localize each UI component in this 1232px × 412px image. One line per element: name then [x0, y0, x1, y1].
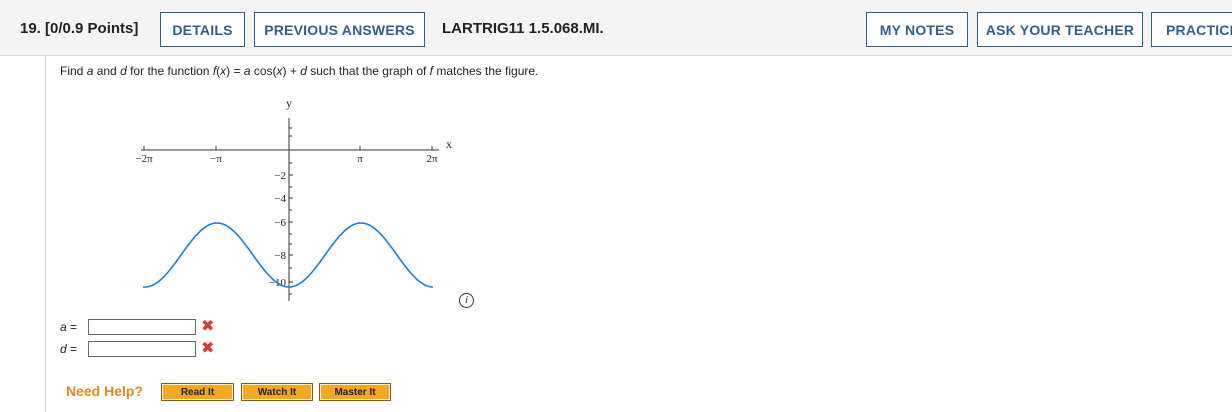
wrong-x-icon: ✖	[201, 318, 215, 335]
master-it-button[interactable]: Master It	[319, 383, 391, 401]
previous-answers-button[interactable]: PREVIOUS ANSWERS	[254, 12, 425, 47]
d-input[interactable]	[88, 341, 196, 357]
x-tick-label: −2π	[135, 153, 153, 165]
y-tick-label: −8	[274, 250, 286, 262]
x-ticks: −2π −π π 2π	[135, 146, 438, 165]
x-tick-label: π	[357, 153, 363, 165]
a-label: a =	[60, 320, 78, 334]
details-button[interactable]: DETAILS	[160, 12, 245, 47]
answer-row-a: a = ✖	[60, 318, 214, 336]
need-help-label: Need Help?	[66, 383, 144, 399]
read-it-button[interactable]: Read It	[161, 383, 234, 401]
watch-it-button[interactable]: Watch It	[241, 383, 313, 401]
cosine-curve	[142, 222, 434, 288]
ask-your-teacher-button[interactable]: ASK YOUR TEACHER	[977, 12, 1143, 47]
practice-button[interactable]: PRACTICE	[1151, 12, 1232, 47]
function-graph: y x −2π −π π 2π −2 −4 −6 −8 −10	[135, 96, 452, 301]
y-tick-label: −2	[274, 170, 286, 182]
question-number: 19.	[20, 20, 41, 37]
x-axis-label: x	[446, 137, 452, 151]
wrong-x-icon: ✖	[201, 340, 215, 357]
d-label: d =	[60, 342, 78, 356]
question-title: 19. [0/0.9 Points]	[20, 20, 138, 37]
question-header: 19. [0/0.9 Points] DETAILS PREVIOUS ANSW…	[0, 0, 1232, 56]
question-body: Find a and d for the function f(x) = a c…	[45, 56, 1232, 412]
y-axis-label: y	[286, 96, 292, 110]
y-tick-label: −6	[274, 217, 286, 229]
x-tick-label: −π	[210, 153, 222, 165]
info-icon[interactable]: i	[459, 293, 474, 308]
y-tick-label: −4	[274, 193, 286, 205]
question-points: [0/0.9 Points]	[45, 20, 139, 37]
question-code: LARTRIG11 1.5.068.MI.	[442, 20, 604, 37]
answer-row-d: d = ✖	[60, 340, 214, 358]
x-tick-label: 2π	[426, 153, 438, 165]
a-input[interactable]	[88, 319, 196, 335]
my-notes-button[interactable]: MY NOTES	[866, 12, 968, 47]
